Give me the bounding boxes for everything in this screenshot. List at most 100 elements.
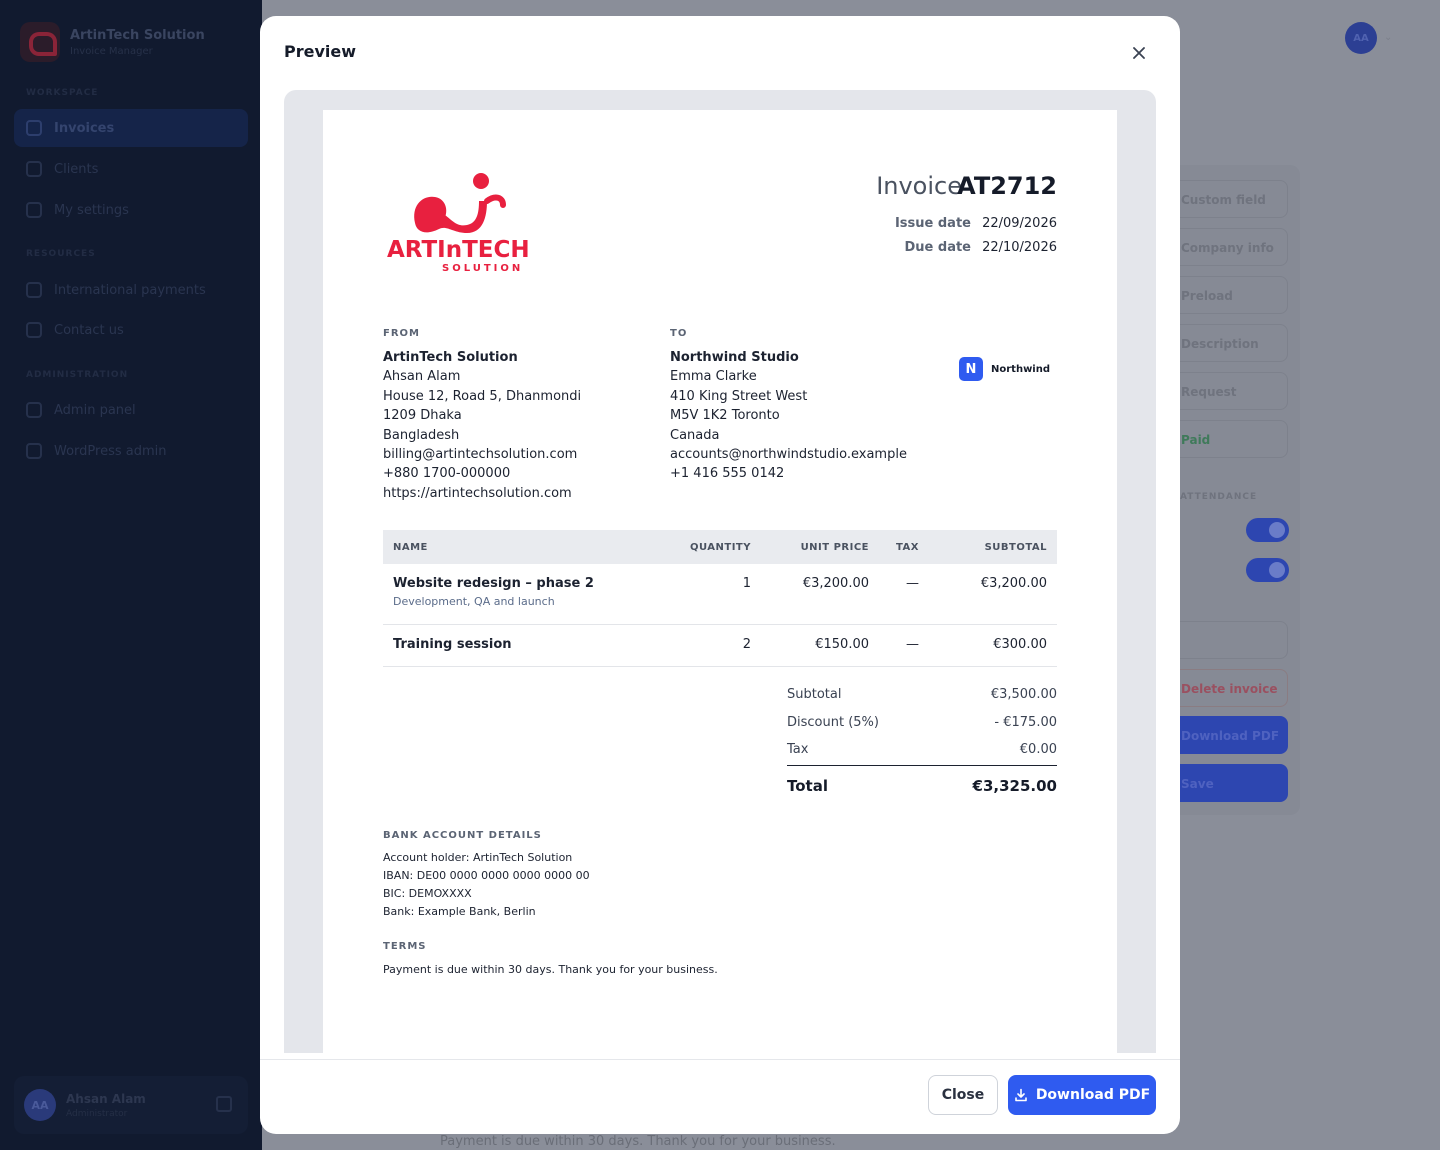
from-name: Ahsan Alam (383, 369, 461, 385)
user-role: Administrator (66, 1108, 128, 1119)
item-description: Development, QA and launch (393, 595, 555, 608)
sidebar-item-label: International payments (54, 282, 206, 298)
sidebar-item-admin[interactable]: Admin panel (14, 391, 248, 429)
item-cell: Training session (383, 624, 673, 667)
nav-section-workspace: WORKSPACE (26, 88, 99, 98)
sidebar-user[interactable]: AA Ahsan Alam Administrator (14, 1076, 248, 1134)
modal-footer: Close Download PDF (260, 1059, 1180, 1134)
item-tax: — (879, 564, 929, 625)
subtotal-row: Subtotal €3,500.00 (787, 687, 1057, 702)
download-icon (1015, 1088, 1027, 1102)
due-date: 22/10/2026 (982, 240, 1057, 255)
modal-title: Preview (284, 42, 357, 61)
invoice-word: Invoice (876, 172, 962, 200)
table-header: NAME QUANTITY UNIT PRICE TAX SUBTOTAL (383, 530, 1057, 564)
from-address: ArtinTech Solution Ahsan Alam House 12, … (383, 348, 581, 503)
download-pdf-button[interactable]: Download PDF (1008, 1075, 1156, 1115)
brand-name: ArtinTech Solution (70, 27, 205, 43)
mail-icon (26, 322, 42, 338)
item-quantity: 1 (673, 564, 761, 625)
tax-row: Tax €0.00 (787, 742, 1057, 757)
total-row: Total €3,325.00 (787, 777, 1057, 795)
gear-icon (26, 202, 42, 218)
top-avatar[interactable]: AA (1345, 22, 1377, 54)
invoice-number: AT2712 (957, 172, 1057, 200)
sidebar-item-label: My settings (54, 202, 129, 218)
brand[interactable]: ArtinTech Solution Invoice Manager (20, 22, 205, 62)
brand-subtitle: Invoice Manager (70, 45, 153, 57)
item-subtotal: €3,200.00 (929, 564, 1057, 625)
sidebar-item-payments[interactable]: International payments (14, 271, 248, 309)
sidebar-item-clients[interactable]: Clients (14, 150, 248, 188)
total-label: Total (787, 777, 828, 795)
issue-date-label: Issue date (894, 216, 971, 231)
total-value: €3,325.00 (972, 777, 1057, 795)
to-name: Emma Clarke (670, 369, 757, 385)
invoice-paper: ARTInTECH SOLUTION Invoice AT2712 Issue … (323, 110, 1117, 1053)
sidebar-item-settings[interactable]: My settings (14, 191, 248, 229)
items-table: NAME QUANTITY UNIT PRICE TAX SUBTOTAL We… (383, 530, 1057, 667)
terms-label: TERMS (383, 941, 427, 952)
client-logo-mark: N (959, 357, 983, 381)
to-address: Northwind Studio Emma Clarke 410 King St… (670, 348, 907, 484)
sidebar-item-label: WordPress admin (54, 443, 167, 459)
sidebar-item-contact[interactable]: Contact us (14, 311, 248, 349)
logout-icon[interactable] (216, 1096, 232, 1112)
subtotal-label: Subtotal (787, 687, 842, 702)
external-link-icon (26, 443, 42, 459)
bank-holder: Account holder: ArtinTech Solution (383, 851, 573, 864)
user-name: Ahsan Alam (66, 1091, 146, 1106)
client-logo: N Northwind (959, 357, 1050, 381)
item-quantity: 2 (673, 624, 761, 667)
to-company: Northwind Studio (670, 350, 799, 365)
issue-date: 22/09/2026 (982, 216, 1057, 231)
item-unit-price: €3,200.00 (761, 564, 879, 625)
bank-name: Bank: Example Bank, Berlin (383, 905, 536, 918)
item-tax: — (879, 624, 929, 667)
chevron-down-icon[interactable]: ⌄ (1384, 32, 1392, 43)
bank-label: BANK ACCOUNT DETAILS (383, 830, 542, 841)
col-quantity: QUANTITY (673, 530, 761, 564)
sidebar: ArtinTech Solution Invoice Manager WORKS… (0, 0, 262, 1150)
col-subtotal: SUBTOTAL (929, 530, 1057, 564)
logo-wordmark: ARTInTECH (387, 237, 530, 263)
preview-area[interactable]: ARTInTECH SOLUTION Invoice AT2712 Issue … (284, 90, 1156, 1053)
sidebar-item-wordpress[interactable]: WordPress admin (14, 432, 248, 470)
totals-divider (787, 765, 1057, 766)
col-unit-price: UNIT PRICE (761, 530, 879, 564)
close-icon[interactable] (1124, 38, 1154, 68)
terms-text: Payment is due within 30 days. Thank you… (383, 963, 718, 976)
tax-value: €0.00 (1019, 742, 1057, 757)
bank-bic: BIC: DEMOXXXX (383, 887, 472, 900)
col-name: NAME (383, 530, 673, 564)
table-row: Website redesign – phase 2 Development, … (383, 564, 1057, 625)
close-button[interactable]: Close (928, 1075, 998, 1115)
sidebar-item-label: Clients (54, 161, 99, 177)
to-label: TO (670, 328, 688, 339)
background-terms-text: Payment is due within 30 days. Thank you… (440, 1134, 836, 1149)
to-country: Canada (670, 427, 720, 443)
sidebar-item-invoices[interactable]: Invoices (14, 109, 248, 147)
invoice-icon (26, 120, 42, 136)
client-logo-name: Northwind (991, 363, 1051, 375)
due-date-label: Due date (904, 240, 972, 255)
item-name: Training session (393, 636, 512, 652)
to-city: M5V 1K2 Toronto (670, 408, 780, 424)
users-icon (26, 161, 42, 177)
download-pdf-label: Download PDF (1035, 1087, 1151, 1103)
sidebar-item-label: Invoices (54, 120, 115, 136)
table-row: Training session 2 €150.00 — €300.00 (383, 624, 1057, 667)
from-email: billing@artintechsolution.com (383, 447, 578, 463)
avatar: AA (24, 1089, 56, 1121)
toggle-switch[interactable] (1246, 518, 1289, 542)
discount-label: Discount (5%) (787, 715, 879, 730)
item-subtotal: €300.00 (929, 624, 1057, 667)
toggle-switch[interactable] (1246, 558, 1289, 582)
from-country: Bangladesh (383, 427, 460, 443)
from-phone: +880 1700-000000 (383, 466, 511, 482)
sidebar-item-label: Admin panel (54, 402, 136, 418)
panel-label: ATTENDANCE (1180, 492, 1258, 502)
from-company: ArtinTech Solution (383, 350, 518, 365)
subtotal-value: €3,500.00 (990, 687, 1057, 702)
brand-logo (20, 22, 60, 62)
